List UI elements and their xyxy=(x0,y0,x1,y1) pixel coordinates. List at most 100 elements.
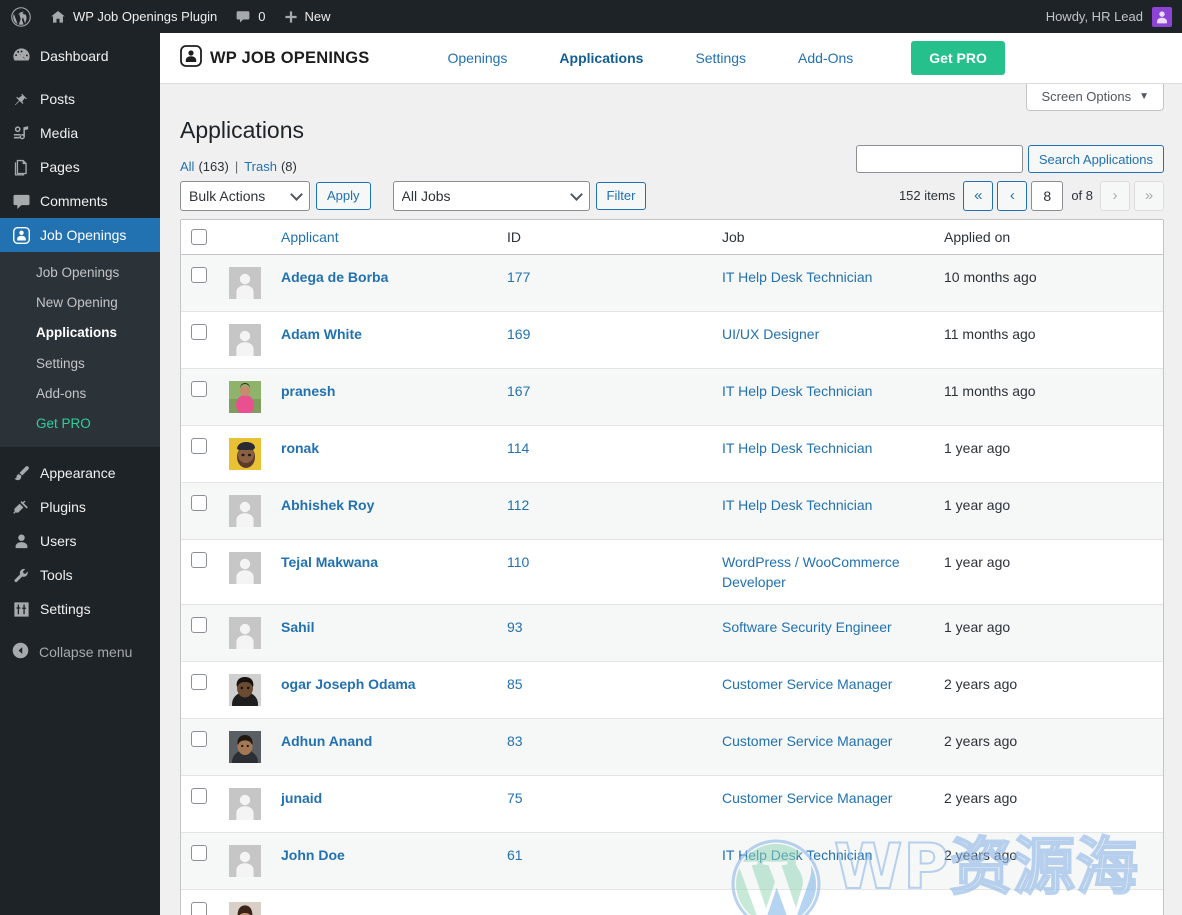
sidebar-item-dashboard[interactable]: Dashboard xyxy=(0,39,160,73)
applicant-link[interactable]: Tejal Makwana xyxy=(281,554,378,570)
job-link[interactable]: IT Help Desk Technician xyxy=(722,440,872,456)
row-checkbox[interactable] xyxy=(191,266,207,283)
pages-icon xyxy=(11,157,31,177)
job-link[interactable]: UI/UX Designer xyxy=(722,326,819,342)
id-link[interactable]: 169 xyxy=(507,326,530,342)
sidebar-item-media[interactable]: Media xyxy=(0,116,160,150)
new-content-menu[interactable]: New xyxy=(275,0,340,33)
job-link[interactable]: Customer Service Manager xyxy=(722,676,892,692)
applicant-cell: Adhun Anand xyxy=(271,719,497,777)
applicant-link[interactable]: Adam White xyxy=(281,326,362,342)
job-link[interactable]: IT Help Desk Technician xyxy=(722,269,872,285)
row-checkbox[interactable] xyxy=(191,731,207,748)
sidebar-item-label: Posts xyxy=(40,91,76,107)
filter-button[interactable]: Filter xyxy=(595,181,647,210)
sidebar-subitem-new-opening[interactable]: New Opening xyxy=(0,288,160,318)
id-link[interactable]: 114 xyxy=(507,440,529,456)
id-link[interactable]: 61 xyxy=(507,847,523,863)
sidebar-subitem-get-pro[interactable]: Get PRO xyxy=(0,409,160,439)
applicant-cell: junaid xyxy=(271,776,497,834)
id-link[interactable]: 83 xyxy=(507,733,523,749)
select-all-checkbox[interactable] xyxy=(191,228,207,245)
screen-options-button[interactable]: Screen Options ▼ xyxy=(1026,84,1164,111)
search-input[interactable] xyxy=(855,145,1023,173)
sidebar-subitem-add-ons[interactable]: Add-ons xyxy=(0,379,160,409)
sidebar-item-posts[interactable]: Posts xyxy=(0,82,160,116)
applicant-link[interactable]: ogar Joseph Odama xyxy=(281,676,416,692)
column-applicant[interactable]: Applicant xyxy=(271,219,497,255)
sidebar-item-tools[interactable]: Tools xyxy=(0,558,160,592)
job-link[interactable]: IT Help Desk Technician xyxy=(722,497,872,513)
wp-logo-menu[interactable] xyxy=(0,0,41,33)
current-page-input[interactable] xyxy=(1031,180,1064,211)
sort-applicant-link[interactable]: Applicant xyxy=(281,229,339,245)
first-page-button[interactable]: « xyxy=(963,180,994,211)
job-cell: WordPress / WooCommerce Developer xyxy=(712,540,934,606)
prev-page-button[interactable]: ‹ xyxy=(997,180,1028,211)
account-menu[interactable]: Howdy, HR Lead xyxy=(1046,6,1182,27)
job-link[interactable]: Software Security Engineer xyxy=(722,619,892,635)
comments-menu[interactable]: 0 xyxy=(226,0,274,33)
home-icon xyxy=(50,9,66,25)
sidebar-item-pages[interactable]: Pages xyxy=(0,150,160,184)
nav-applications[interactable]: Applications xyxy=(533,51,669,65)
sidebar-item-comments[interactable]: Comments xyxy=(0,184,160,218)
id-link[interactable]: 177 xyxy=(507,269,530,285)
applied-on-cell xyxy=(934,890,1163,915)
avatar-cell xyxy=(219,312,271,369)
applicant-link[interactable]: pranesh xyxy=(281,383,335,399)
row-checkbox[interactable] xyxy=(191,380,207,397)
jobs-filter-select[interactable]: All Jobs xyxy=(392,180,590,211)
id-link[interactable]: 85 xyxy=(507,676,523,692)
sidebar-item-appearance[interactable]: Appearance xyxy=(0,456,160,490)
table-row: pranesh 167 IT Help Desk Technician 11 mont… xyxy=(181,368,1163,426)
job-link[interactable]: Customer Service Manager xyxy=(722,733,892,749)
search-applications-button[interactable]: Search Applications xyxy=(1027,145,1164,173)
id-link[interactable]: 110 xyxy=(507,554,529,570)
sidebar-subitem-job-openings[interactable]: Job Openings xyxy=(0,258,160,288)
id-link[interactable]: 93 xyxy=(507,619,523,635)
view-all-link[interactable]: All xyxy=(180,159,194,174)
row-checkbox[interactable] xyxy=(191,617,207,634)
view-all[interactable]: All (163) xyxy=(180,159,229,174)
row-checkbox[interactable] xyxy=(191,437,207,454)
job-link[interactable]: IT Help Desk Technician xyxy=(722,847,872,863)
applicant-link[interactable]: Adega de Borba xyxy=(281,269,388,285)
row-checkbox[interactable] xyxy=(191,551,207,568)
applicant-link[interactable]: junaid xyxy=(281,790,322,806)
row-checkbox[interactable] xyxy=(191,674,207,691)
applicant-link[interactable]: Abhishek Roy xyxy=(281,497,374,513)
row-checkbox[interactable] xyxy=(191,902,207,915)
applicant-link[interactable]: Adhun Anand xyxy=(281,733,372,749)
row-checkbox[interactable] xyxy=(191,788,207,805)
nav-openings[interactable]: Openings xyxy=(421,51,533,65)
site-name-menu[interactable]: WP Job Openings Plugin xyxy=(41,0,226,33)
job-link[interactable]: WordPress / WooCommerce Developer xyxy=(722,554,900,590)
id-link[interactable]: 112 xyxy=(507,497,529,513)
sidebar-subitem-applications[interactable]: Applications xyxy=(0,318,160,348)
sidebar-item-job-openings[interactable]: Job Openings xyxy=(0,218,168,252)
sidebar-subitem-settings[interactable]: Settings xyxy=(0,349,160,379)
applicant-link[interactable]: Sahil xyxy=(281,619,314,635)
id-link[interactable]: 167 xyxy=(507,383,530,399)
sidebar-item-plugins[interactable]: Plugins xyxy=(0,490,160,524)
get-pro-button[interactable]: Get PRO xyxy=(911,41,1005,75)
id-link[interactable]: 75 xyxy=(507,790,523,806)
job-link[interactable]: Customer Service Manager xyxy=(722,790,892,806)
bulk-actions-select[interactable]: Bulk Actions xyxy=(180,180,310,211)
sidebar-item-settings[interactable]: Settings xyxy=(0,592,160,626)
nav-add-ons[interactable]: Add-Ons xyxy=(772,51,879,65)
applicant-link[interactable]: John Doe xyxy=(281,847,345,863)
nav-settings[interactable]: Settings xyxy=(669,51,772,65)
view-trash[interactable]: Trash (8) xyxy=(244,159,297,174)
view-trash-link[interactable]: Trash xyxy=(244,159,277,174)
row-checkbox[interactable] xyxy=(191,494,207,511)
sidebar-item-users[interactable]: Users xyxy=(0,524,160,558)
job-link[interactable]: IT Help Desk Technician xyxy=(722,383,872,399)
applicant-link[interactable]: ronak xyxy=(281,440,319,456)
apply-button[interactable]: Apply xyxy=(316,181,371,210)
collapse-menu-button[interactable]: Collapse menu xyxy=(0,635,160,669)
row-checkbox[interactable] xyxy=(191,323,207,340)
row-checkbox[interactable] xyxy=(191,845,207,862)
job-cell xyxy=(712,890,934,915)
